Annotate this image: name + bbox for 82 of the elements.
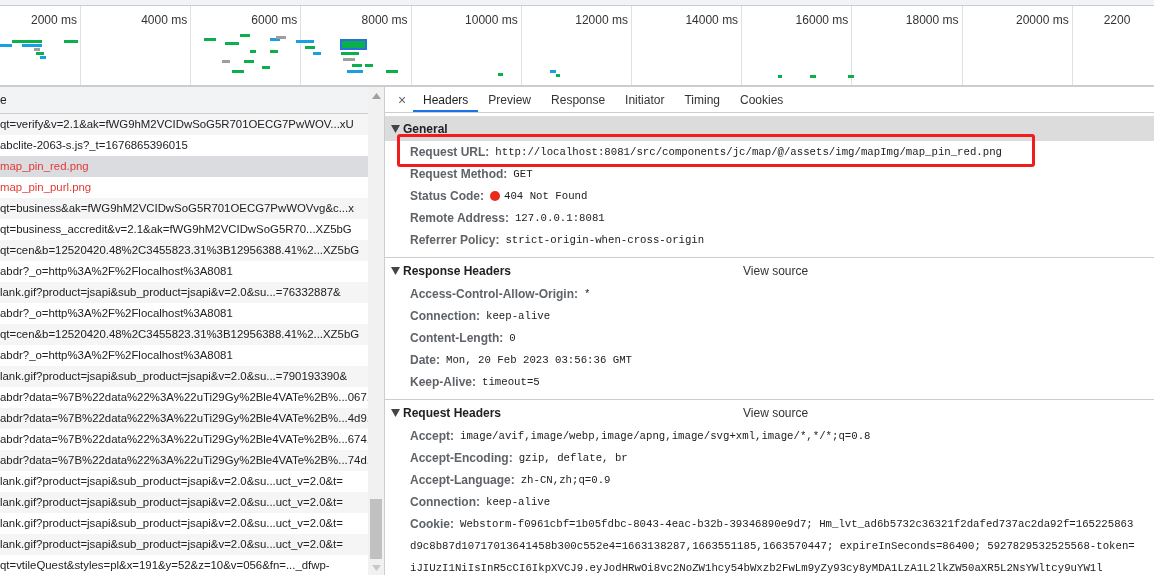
view-source-link[interactable]: View source <box>743 261 1154 280</box>
request-row[interactable]: abdr?_o=http%3A%2F%2Flocalhost%3A8081 <box>0 303 368 324</box>
tick-label: 14000 ms <box>685 12 739 28</box>
header-value: timeout=5 <box>482 374 540 390</box>
tick-label: 10000 ms <box>465 12 518 28</box>
request-row[interactable]: qt=vtileQuest&styles=pl&x=191&y=52&z=10&v=056&fn=..._dfwp- <box>0 555 368 575</box>
tick-label: 2200 <box>1103 12 1131 28</box>
header-value: 0 <box>509 330 516 346</box>
request-row[interactable]: lank.gif?product=jsapi&sub_product=jsapi&v=2.0&su...=76332887& <box>0 282 368 303</box>
scrollbar-thumb[interactable] <box>370 499 382 559</box>
request-row[interactable]: qt=business&ak=fWG9hM2VCIDwSoG5R701OECG7PwWOVvg&c...x <box>0 198 368 219</box>
header-value: Mon, 20 Feb 2023 03:56:36 GMT <box>446 352 632 368</box>
request-row[interactable]: lank.gif?product=jsapi&sub_product=jsapi&v=2.0&su...uct_v=2.0&t= <box>0 471 368 492</box>
request-row[interactable]: lank.gif?product=jsapi&sub_product=jsapi&v=2.0&su...uct_v=2.0&t= <box>0 492 368 513</box>
expand-triangle-icon[interactable] <box>391 124 400 133</box>
header-name: Connection: <box>410 308 480 325</box>
header-name: Request URL: <box>410 144 490 161</box>
tick-label: 12000 ms <box>575 12 628 28</box>
header-value: gzip, deflate, br <box>518 450 628 466</box>
header-name: Access-Control-Allow-Origin: <box>410 286 578 303</box>
header-name: Accept: <box>410 428 454 445</box>
header-value: iJIUzI1NiIsInR5cCI6IkpXVCJ9.eyJodHRwOi8vc2NoZW1hcy54bWxzb2FwLm9yZy93cy8yMDA1LzA1L2lkZW50aXR5L2NsYWltcy9uYW1l <box>409 561 1104 575</box>
scrollbar[interactable] <box>368 87 384 575</box>
request-row[interactable]: lank.gif?product=jsapi&sub_product=jsapi&v=2.0&su...=790193390& <box>0 366 368 387</box>
tick-label: 6000 ms <box>251 12 298 28</box>
header-name: Request Method: <box>410 166 508 183</box>
close-button[interactable]: × <box>391 87 413 112</box>
tab[interactable]: Cookies <box>730 87 794 112</box>
request-row[interactable]: lank.gif?product=jsapi&sub_product=jsapi&v=2.0&su...uct_v=2.0&t= <box>0 534 368 555</box>
tab[interactable]: Timing <box>674 87 730 112</box>
tick-label: 2000 ms <box>30 12 77 28</box>
header-name: Accept-Language: <box>410 472 515 489</box>
header-value: GET <box>513 166 533 182</box>
header-value: Webstorm-f0961cbf=1b05fdbc-8043-4eac-b32b-39346890e9d7; Hm_lvt_ad6b5732c36321f2dafed737ac2da92f=165225863 <box>460 516 1134 532</box>
tab[interactable]: Initiator <box>615 87 675 112</box>
tab[interactable]: Headers <box>413 87 479 112</box>
header-name: Referrer Policy: <box>410 232 500 249</box>
header-name: Date: <box>410 352 440 369</box>
request-row[interactable]: abdr?_o=http%3A%2F%2Flocalhost%3A8081 <box>0 261 368 282</box>
column-header[interactable]: e <box>0 87 368 114</box>
header-name: Accept-Encoding: <box>410 450 513 467</box>
request-row[interactable]: map_pin_purl.png <box>0 177 368 198</box>
section-header[interactable]: Response Headers View source <box>385 258 1154 283</box>
header-value: d9c8b87d10717013641458b300c552e4=1663138287,1663551185,1663570447; expireInSeconds=86400; 5927829532525568-token= <box>409 539 1136 554</box>
scroll-up-icon[interactable] <box>371 93 381 99</box>
header-value: keep-alive <box>486 308 551 324</box>
expand-triangle-icon[interactable] <box>391 266 400 275</box>
request-row[interactable]: qt=cen&b=12520420.48%2C3455823.31%3B12956388.41%2...XZ5bG <box>0 240 368 261</box>
tick-label: 16000 ms <box>795 12 849 28</box>
section-title: Request Headers <box>403 404 502 422</box>
request-row[interactable]: qt=business_accredit&v=2.1&ak=fWG9hM2VCIDwSoG5R70...XZ5bG <box>0 219 368 240</box>
header-name: Keep-Alive: <box>410 374 477 391</box>
section-title: General <box>403 120 448 138</box>
tab[interactable]: Response <box>541 87 616 112</box>
request-row[interactable]: qt=cen&b=12520420.48%2C3455823.31%3B12956388.41%2...XZ5bG <box>0 324 368 345</box>
header-name: Status Code: <box>410 188 484 205</box>
section-header[interactable]: Request Headers View source <box>385 400 1154 425</box>
request-row[interactable]: qt=verify&v=2.1&ak=fWG9hM2VCIDwSoG5R701OECG7PwWOV...xU <box>0 114 368 135</box>
header-value: keep-alive <box>486 494 551 510</box>
header-value: image/avif,image/webp,image/apng,image/svg+xml,image/*,*/*;q=0.8 <box>460 428 871 444</box>
tab[interactable]: Preview <box>478 87 542 112</box>
expand-triangle-icon[interactable] <box>391 408 400 417</box>
tick-label: 4000 ms <box>141 12 188 28</box>
header-value: strict-origin-when-cross-origin <box>505 232 705 248</box>
view-source-link[interactable]: View source <box>743 403 1154 422</box>
header-name: Content-Length: <box>410 330 504 347</box>
tick-label: 8000 ms <box>361 12 408 28</box>
request-row[interactable]: abclite-2063-s.js?_t=1676865396015 <box>0 135 368 156</box>
header-value: zh-CN,zh;q=0.9 <box>520 472 611 488</box>
tick-label: 18000 ms <box>905 12 959 28</box>
section-title: Response Headers <box>403 262 512 280</box>
header-name: Cookie: <box>410 516 454 533</box>
header-name: Remote Address: <box>410 210 509 227</box>
request-row[interactable]: abdr?_o=http%3A%2F%2Flocalhost%3A8081 <box>0 345 368 366</box>
scroll-down-icon[interactable] <box>371 565 381 571</box>
header-value: 404 Not Found <box>504 188 588 204</box>
header-value: http://localhost:8081/src/components/jc/map/@/assets/img/mapImg/map_pin_red.png <box>495 144 1002 160</box>
tick-label: 20000 ms <box>1016 12 1069 28</box>
request-row[interactable]: lank.gif?product=jsapi&sub_product=jsapi&v=2.0&su...uct_v=2.0&t= <box>0 513 368 534</box>
header-value: * <box>584 286 591 302</box>
header-name: Connection: <box>410 494 480 511</box>
header-value: 127.0.0.1:8081 <box>514 210 605 226</box>
